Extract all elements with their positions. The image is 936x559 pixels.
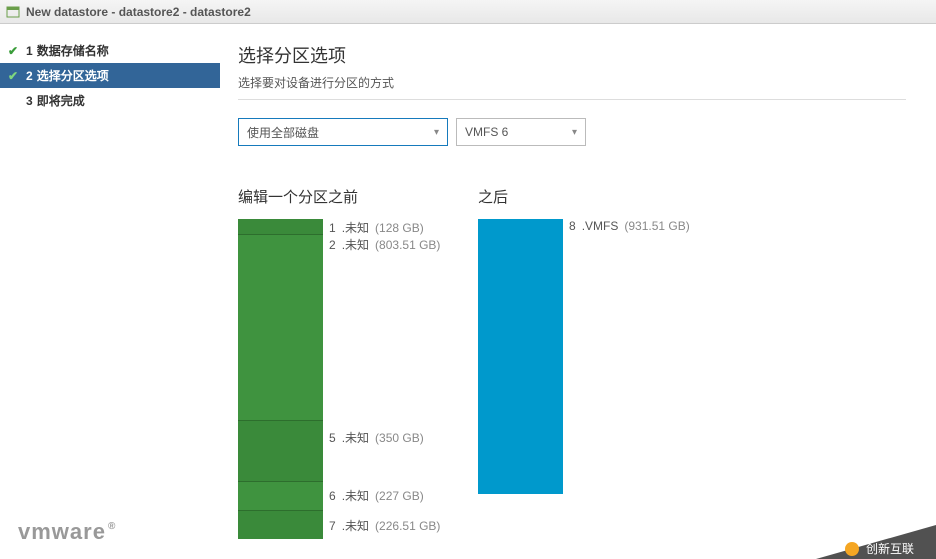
label-name: 未知 xyxy=(345,429,369,446)
titlebar: New datastore - datastore2 - datastore2 xyxy=(0,0,936,24)
chart-title-after: 之后 xyxy=(478,186,690,207)
divider xyxy=(238,99,906,100)
label-idx: 6 xyxy=(329,489,336,503)
before-bar[interactable] xyxy=(238,219,323,539)
wizard-steps: ✔ 1 数据存储名称 ✔ 2 选择分区选项 ✔ 3 即将完成 xyxy=(0,24,220,559)
label-name: 未知 xyxy=(345,236,369,253)
after-labels: 8. VMFS (931.51 GB) xyxy=(569,219,690,233)
label-row: 1. 未知 (128 GB) xyxy=(329,219,424,236)
step-2-partition-options[interactable]: ✔ 2 选择分区选项 xyxy=(0,63,220,88)
partition-charts: 编辑一个分区之前 1. 未知 (128 GB) xyxy=(238,186,906,539)
label-row: 6. 未知 (227 GB) xyxy=(329,487,424,504)
segment-1[interactable] xyxy=(238,219,323,234)
vmware-logo: vmware ® xyxy=(18,519,116,545)
label-name: VMFS xyxy=(585,219,618,233)
label-name: 未知 xyxy=(345,219,369,236)
page-title: 选择分区选项 xyxy=(238,42,906,68)
label-idx: 5 xyxy=(329,431,336,445)
label-row: 8. VMFS (931.51 GB) xyxy=(569,219,690,233)
corner-brand-text: 创新互联 xyxy=(866,541,914,556)
check-icon: ✔ xyxy=(8,44,22,58)
step-number: 1 xyxy=(26,44,33,58)
chart-title-before: 编辑一个分区之前 xyxy=(238,186,358,207)
label-idx: 8 xyxy=(569,219,576,233)
step-3-ready-complete[interactable]: ✔ 3 即将完成 xyxy=(0,88,220,113)
segment-7[interactable] xyxy=(238,510,323,539)
label-row: 5. 未知 (350 GB) xyxy=(329,429,424,446)
window-icon xyxy=(6,5,20,19)
select-value: VMFS 6 xyxy=(465,125,508,139)
label-size: (931.51 GB) xyxy=(624,219,689,233)
label-size: (226.51 GB) xyxy=(375,519,440,533)
vmware-text: vmware xyxy=(18,519,106,545)
label-size: (128 GB) xyxy=(375,221,424,235)
after-bar[interactable] xyxy=(478,219,563,494)
step-label: 选择分区选项 xyxy=(37,67,109,84)
label-idx: 1 xyxy=(329,221,336,235)
label-row: 7. 未知 (226.51 GB) xyxy=(329,517,440,534)
disk-usage-select[interactable]: 使用全部磁盘 ▾ xyxy=(238,118,448,146)
step-label: 即将完成 xyxy=(37,92,85,109)
main: ✔ 1 数据存储名称 ✔ 2 选择分区选项 ✔ 3 即将完成 选择分区选项 选择… xyxy=(0,24,936,559)
label-row: 2. 未知 (803.51 GB) xyxy=(329,236,440,253)
filesystem-select[interactable]: VMFS 6 ▾ xyxy=(456,118,586,146)
label-size: (803.51 GB) xyxy=(375,238,440,252)
select-value: 使用全部磁盘 xyxy=(247,124,319,141)
label-name: 未知 xyxy=(345,487,369,504)
check-icon: ✔ xyxy=(8,69,22,83)
label-idx: 7 xyxy=(329,519,336,533)
before-chart: 编辑一个分区之前 1. 未知 (128 GB) xyxy=(238,186,358,539)
step-label: 数据存储名称 xyxy=(37,42,109,59)
selects-row: 使用全部磁盘 ▾ VMFS 6 ▾ xyxy=(238,118,906,146)
step-1-datastore-name[interactable]: ✔ 1 数据存储名称 xyxy=(0,38,220,63)
after-chart: 之后 8. VMFS (931.51 GB) xyxy=(478,186,690,539)
segment-2[interactable] xyxy=(238,234,323,420)
corner-brand: 创新互联 xyxy=(816,525,936,559)
label-idx: 2 xyxy=(329,238,336,252)
chart-body: 8. VMFS (931.51 GB) xyxy=(478,219,690,494)
label-size: (227 GB) xyxy=(375,489,424,503)
chart-body: 1. 未知 (128 GB) 2. 未知 (803.51 GB) 5. 未知 xyxy=(238,219,358,539)
window-title: New datastore - datastore2 - datastore2 xyxy=(26,5,251,19)
page-subtitle: 选择要对设备进行分区的方式 xyxy=(238,74,906,91)
chevron-down-icon: ▾ xyxy=(572,127,577,138)
chevron-down-icon: ▾ xyxy=(434,127,439,138)
label-size: (350 GB) xyxy=(375,431,424,445)
segment-8[interactable] xyxy=(478,219,563,494)
step-number: 3 xyxy=(26,94,33,108)
step-number: 2 xyxy=(26,69,33,83)
segment-6[interactable] xyxy=(238,481,323,510)
label-name: 未知 xyxy=(345,517,369,534)
registered-mark: ® xyxy=(108,521,116,532)
content-panel: 选择分区选项 选择要对设备进行分区的方式 使用全部磁盘 ▾ VMFS 6 ▾ 编… xyxy=(220,24,936,559)
segment-5[interactable] xyxy=(238,420,323,481)
